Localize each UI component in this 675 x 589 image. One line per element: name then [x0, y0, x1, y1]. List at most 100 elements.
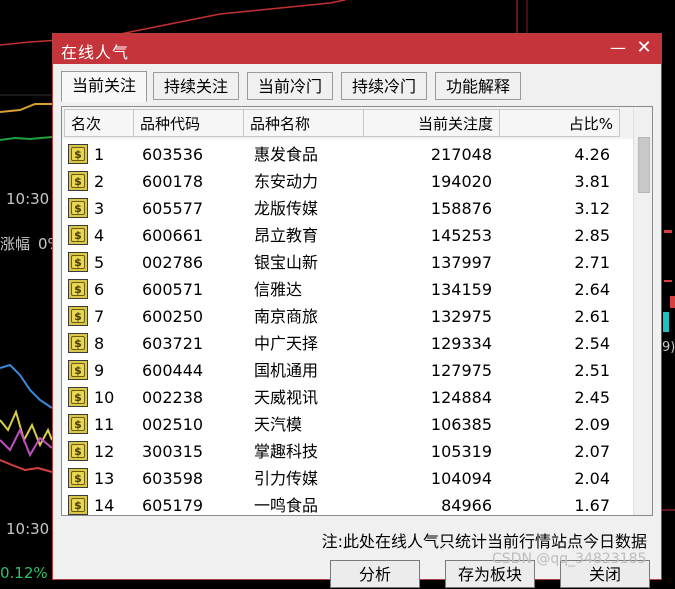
cell-ratio: 2.51	[574, 361, 610, 380]
cell-code: 600178	[142, 172, 204, 191]
table-row[interactable]: $6 600571 信雅达 134159 2.64	[62, 276, 634, 303]
cell-attention: 84966	[441, 496, 492, 515]
cell-code: 605577	[142, 199, 204, 218]
cell-name: 中广天择	[254, 334, 319, 353]
stock-icon: $	[68, 387, 88, 407]
stock-icon: $	[68, 252, 88, 272]
close-icon[interactable]: ✕	[633, 37, 655, 59]
table-row[interactable]: $3 605577 龙版传媒 158876 3.12	[62, 195, 634, 222]
cell-rank: 11	[94, 415, 115, 434]
column-header-ratio[interactable]: 占比%	[500, 109, 620, 137]
cell-name: 天威视讯	[254, 388, 319, 407]
cell-code: 002786	[142, 253, 204, 272]
table-row[interactable]: $12 300315 掌趣科技 105319 2.07	[62, 438, 634, 465]
tab-current-unpopular[interactable]: 当前冷门	[247, 72, 333, 100]
stock-icon: $	[68, 360, 88, 380]
cell-rank: 10	[94, 388, 115, 407]
cell-code: 600661	[142, 226, 204, 245]
column-header-code[interactable]: 品种代码	[134, 109, 244, 137]
column-header-rank[interactable]: 名次	[64, 109, 134, 137]
pct-label: 0.12%	[0, 564, 48, 582]
cell-rank: 6	[94, 280, 105, 299]
cell-ratio: 2.45	[574, 388, 610, 407]
table-row[interactable]: $14 605179 一鸣食品 84966 1.67	[62, 492, 634, 515]
table-row[interactable]: $7 600250 南京商旅 132975 2.61	[62, 303, 634, 330]
cell-rank: 13	[94, 469, 115, 488]
tab-function-explanation[interactable]: 功能解释	[435, 72, 521, 100]
cell-ratio: 2.64	[574, 280, 610, 299]
cell-name: 惠发食品	[254, 145, 319, 164]
stock-icon: $	[68, 414, 88, 434]
cell-attention: 217048	[430, 145, 492, 164]
right-axis-label: 9)	[662, 340, 675, 355]
cell-ratio: 3.81	[574, 172, 610, 191]
cell-rank: 2	[94, 172, 105, 191]
cell-rank: 14	[94, 496, 115, 515]
cell-attention: 145253	[430, 226, 492, 245]
cell-name: 一鸣食品	[254, 496, 319, 515]
cell-ratio: 2.61	[574, 307, 610, 326]
column-header-attention[interactable]: 当前关注度	[364, 109, 500, 137]
tab-current-attention[interactable]: 当前关注	[61, 71, 147, 102]
stock-icon: $	[68, 144, 88, 164]
time-label: 10:30	[6, 520, 50, 538]
cell-ratio: 2.04	[574, 469, 610, 488]
cell-rank: 7	[94, 307, 105, 326]
cell-rank: 5	[94, 253, 105, 272]
cell-name: 引力传媒	[254, 469, 319, 488]
stock-icon: $	[68, 198, 88, 218]
cell-attention: 105319	[430, 442, 492, 461]
tab-continuous-unpopular[interactable]: 持续冷门	[341, 72, 427, 100]
cell-code: 605179	[142, 496, 204, 515]
watermark: CSDN @qq_34823185	[492, 551, 647, 567]
analyze-button[interactable]: 分析	[330, 560, 420, 588]
cell-ratio: 2.71	[574, 253, 610, 272]
table-row[interactable]: $8 603721 中广天择 129334 2.54	[62, 330, 634, 357]
stock-icon: $	[68, 225, 88, 245]
column-header-name[interactable]: 品种名称	[244, 109, 364, 137]
table-row[interactable]: $13 603598 引力传媒 104094 2.04	[62, 465, 634, 492]
scroll-thumb[interactable]	[638, 137, 650, 193]
cell-name: 南京商旅	[254, 307, 319, 326]
cell-name: 昂立教育	[254, 226, 319, 245]
cell-ratio: 4.26	[574, 145, 610, 164]
table-row[interactable]: $4 600661 昂立教育 145253 2.85	[62, 222, 634, 249]
cell-attention: 194020	[430, 172, 492, 191]
cell-rank: 3	[94, 199, 105, 218]
table-row[interactable]: $11 002510 天汽模 106385 2.09	[62, 411, 634, 438]
time-label: 10:30	[6, 190, 50, 208]
stock-icon: $	[68, 333, 88, 353]
cell-ratio: 3.12	[574, 199, 610, 218]
cell-ratio: 1.67	[574, 496, 610, 515]
table-row[interactable]: $2 600178 东安动力 194020 3.81	[62, 168, 634, 195]
cell-code: 600571	[142, 280, 204, 299]
cell-name: 掌趣科技	[254, 442, 319, 461]
dialog-titlebar[interactable]: 在线人气 — ✕	[53, 34, 661, 64]
stock-icon: $	[68, 279, 88, 299]
table-row[interactable]: $5 002786 银宝山新 137997 2.71	[62, 249, 634, 276]
online-popularity-dialog: 在线人气 — ✕ 当前关注 持续关注 当前冷门 持续冷门 功能解释 名次 品种代…	[52, 33, 662, 588]
table-scrollbar[interactable]	[633, 107, 652, 515]
cell-attention: 104094	[430, 469, 492, 488]
stock-icon: $	[68, 468, 88, 488]
cell-attention: 137997	[430, 253, 492, 272]
cell-name: 国机通用	[254, 361, 319, 380]
cell-name: 龙版传媒	[254, 199, 319, 218]
cell-attention: 129334	[430, 334, 492, 353]
cell-rank: 9	[94, 361, 105, 380]
cell-attention: 134159	[430, 280, 492, 299]
stock-icon: $	[68, 495, 88, 515]
cell-ratio: 2.07	[574, 442, 610, 461]
cell-attention: 132975	[430, 307, 492, 326]
table-row[interactable]: $1 603536 惠发食品 217048 4.26	[62, 141, 634, 168]
table-row[interactable]: $10 002238 天威视讯 124884 2.45	[62, 384, 634, 411]
tab-continuous-attention[interactable]: 持续关注	[153, 72, 239, 100]
cell-code: 603721	[142, 334, 204, 353]
cell-attention: 127975	[430, 361, 492, 380]
minimize-icon[interactable]: —	[607, 37, 629, 59]
cell-rank: 4	[94, 226, 105, 245]
cell-ratio: 2.85	[574, 226, 610, 245]
table-header: 名次 品种代码 品种名称 当前关注度 占比%	[62, 107, 634, 139]
stock-icon: $	[68, 306, 88, 326]
table-row[interactable]: $9 600444 国机通用 127975 2.51	[62, 357, 634, 384]
